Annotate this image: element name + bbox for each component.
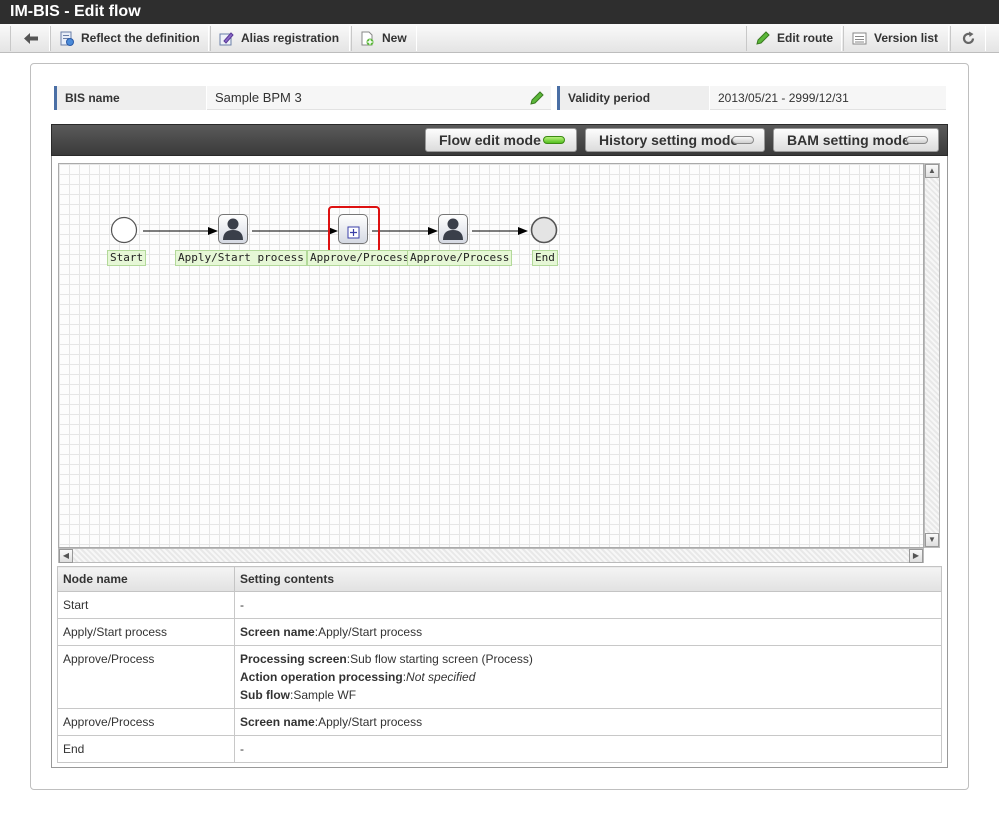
- alias-registration-button[interactable]: Alias registration: [210, 26, 350, 51]
- setting-key: Screen name: [240, 715, 315, 729]
- window-title: IM-BIS - Edit flow: [0, 0, 999, 24]
- flow-canvas[interactable]: [58, 163, 924, 548]
- table-row: Approve/Process Screen name:Apply/Start p…: [57, 708, 942, 736]
- node-name-cell: Start: [57, 591, 235, 619]
- setting-line: Action operation processing:Not specifie…: [240, 670, 476, 684]
- new-document-icon: [361, 31, 374, 46]
- flow-connectors: [143, 227, 528, 235]
- alias-registration-label: Alias registration: [241, 31, 340, 45]
- scroll-left-button[interactable]: ◀: [59, 549, 73, 563]
- reflect-definition-button[interactable]: Reflect the definition: [50, 26, 209, 51]
- history-setting-mode-button[interactable]: History setting mode: [585, 128, 765, 152]
- table-header-row: Node name Setting contents: [57, 566, 942, 592]
- table-row: Start -: [57, 591, 942, 619]
- version-list-label: Version list: [874, 31, 939, 45]
- setting-contents-header: Setting contents: [234, 566, 942, 592]
- back-button[interactable]: [10, 26, 50, 51]
- node-name-cell: End: [57, 735, 235, 763]
- bam-setting-mode-button[interactable]: BAM setting mode: [773, 128, 939, 152]
- pencil-icon: [756, 31, 770, 45]
- setting-key: Action operation processing: [240, 670, 403, 684]
- new-button[interactable]: New: [351, 26, 417, 51]
- list-icon: [852, 32, 867, 45]
- bam-setting-mode-indicator: [906, 136, 928, 144]
- end-node-label: End: [532, 250, 558, 266]
- setting-value: Sub flow starting screen (Process): [350, 652, 533, 666]
- start-node[interactable]: [110, 216, 138, 244]
- setting-key: Screen name: [240, 625, 315, 639]
- node-name-cell: Approve/Process: [57, 645, 235, 709]
- scroll-up-button[interactable]: ▲: [925, 164, 939, 178]
- back-arrow-icon: [24, 33, 38, 44]
- setting-line: Screen name:Apply/Start process: [240, 715, 423, 729]
- bis-name-value: Sample BPM 3: [207, 86, 551, 110]
- approve-node-label: Approve/Process: [407, 250, 513, 266]
- setting-line: Processing screen:Sub flow starting scre…: [240, 652, 533, 666]
- history-setting-mode-label: History setting mode: [599, 132, 739, 148]
- flow-edit-mode-label: Flow edit mode: [439, 132, 541, 148]
- node-settings-table: Node name Setting contents Start - Apply/S…: [57, 566, 942, 763]
- setting-value: Apply/Start process: [318, 625, 423, 639]
- toolbar: Reflect the definition Alias registratio…: [0, 24, 999, 53]
- bis-name-text: Sample BPM 3: [215, 90, 302, 105]
- apply-node-label: Apply/Start process: [175, 250, 307, 266]
- table-row: Apply/Start process Screen name:Apply/Sta…: [57, 618, 942, 646]
- user-icon: [223, 218, 243, 240]
- flow-edit-mode-indicator: [543, 136, 565, 144]
- selected-node-highlight: [328, 206, 380, 253]
- setting-key: Sub flow: [240, 688, 290, 702]
- setting-contents-cell: -: [234, 735, 942, 763]
- reflect-definition-label: Reflect the definition: [81, 31, 200, 45]
- node-name-cell: Apply/Start process: [57, 618, 235, 646]
- setting-contents-cell: Processing screen:Sub flow starting scre…: [234, 645, 942, 709]
- node-name-cell: Approve/Process: [57, 708, 235, 736]
- bam-setting-mode-label: BAM setting mode: [787, 132, 910, 148]
- bis-name-label: BIS name: [54, 86, 206, 110]
- setting-contents-cell: -: [234, 591, 942, 619]
- setting-contents-cell: Screen name:Apply/Start process: [234, 708, 942, 736]
- refresh-icon: [962, 31, 975, 45]
- scroll-right-button[interactable]: ▶: [909, 549, 923, 563]
- reflect-definition-icon: [60, 31, 74, 46]
- user-icon: [443, 218, 463, 240]
- start-node-label: Start: [107, 250, 147, 266]
- setting-line: -: [240, 740, 936, 758]
- horizontal-scrollbar[interactable]: ◀ ▶: [58, 548, 924, 563]
- approve-subflow-node-label: Approve/Process: [307, 250, 413, 266]
- setting-value: Sample WF: [293, 688, 357, 702]
- user-task-node-approve[interactable]: [438, 214, 468, 244]
- setting-value: Not specified: [406, 670, 476, 684]
- end-node[interactable]: [530, 216, 558, 244]
- edit-route-button[interactable]: Edit route: [746, 26, 842, 51]
- setting-contents-cell: Screen name:Apply/Start process: [234, 618, 942, 646]
- vertical-scrollbar[interactable]: ▲ ▼: [924, 163, 940, 548]
- scroll-down-button[interactable]: ▼: [925, 533, 939, 547]
- setting-value: -: [240, 598, 244, 612]
- edit-name-pencil-icon[interactable]: [529, 90, 545, 106]
- setting-line: Sub flow:Sample WF: [240, 688, 357, 702]
- table-row: End -: [57, 735, 942, 763]
- refresh-button[interactable]: [950, 26, 986, 51]
- alias-registration-icon: [219, 32, 234, 46]
- table-row: Approve/Process Processing screen:Sub flo…: [57, 645, 942, 709]
- new-label: New: [382, 31, 407, 45]
- history-setting-mode-indicator: [732, 136, 754, 144]
- validity-period-value: 2013/05/21 - 2999/12/31: [710, 86, 946, 110]
- node-name-header: Node name: [57, 566, 235, 592]
- user-task-node-apply[interactable]: [218, 214, 248, 244]
- mode-bar: Flow edit mode History setting mode BAM …: [51, 124, 948, 156]
- setting-line: Screen name:Apply/Start process: [240, 625, 423, 639]
- flow-edit-mode-button[interactable]: Flow edit mode: [425, 128, 577, 152]
- setting-key: Processing screen: [240, 652, 347, 666]
- validity-period-label: Validity period: [557, 86, 709, 110]
- setting-line: -: [240, 596, 936, 614]
- edit-route-label: Edit route: [777, 31, 833, 45]
- table-body: Start - Apply/Start process Screen name:App…: [57, 591, 942, 763]
- version-list-button[interactable]: Version list: [843, 26, 949, 51]
- setting-value: -: [240, 742, 244, 756]
- setting-value: Apply/Start process: [318, 715, 423, 729]
